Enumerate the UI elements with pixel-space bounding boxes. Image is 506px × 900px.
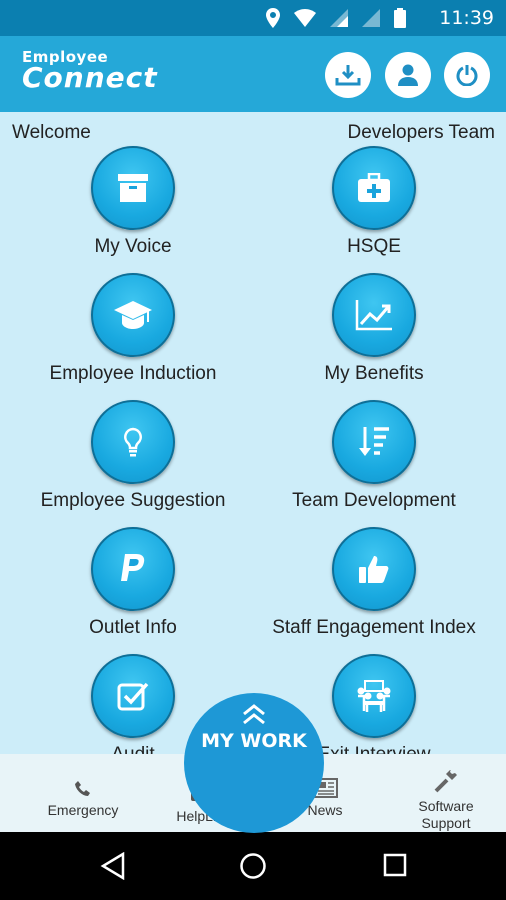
system-nav-bar xyxy=(0,832,506,900)
tile-label: Outlet Info xyxy=(89,617,177,638)
nav-emergency[interactable]: Emergency xyxy=(23,754,143,832)
tile-circle[interactable] xyxy=(91,400,175,484)
meeting-people-icon xyxy=(357,680,391,712)
tile-circle[interactable] xyxy=(332,654,416,738)
my-work-button[interactable]: MY WORK xyxy=(184,693,324,833)
welcome-text: Welcome xyxy=(12,122,91,143)
tile-outlet-info[interactable]: Outlet Info xyxy=(3,527,263,639)
tile-hsqe[interactable]: HSQE xyxy=(244,146,504,258)
main-content: Welcome Developers Team My Voice HSQE Em… xyxy=(0,112,506,754)
tile-circle[interactable] xyxy=(332,527,416,611)
tile-label: Employee Induction xyxy=(49,363,217,384)
app-bar: Employee Connect xyxy=(0,36,506,112)
clock: 11:39 xyxy=(439,7,494,29)
tile-label: My Voice xyxy=(94,236,172,257)
graduation-cap-icon xyxy=(114,301,152,329)
tile-circle[interactable] xyxy=(332,146,416,230)
profile-button[interactable] xyxy=(385,52,431,98)
location-icon xyxy=(266,8,280,28)
paypal-icon xyxy=(121,554,145,581)
wifi-icon xyxy=(294,9,316,27)
phone-icon xyxy=(75,781,90,796)
status-bar: 11:39 xyxy=(0,0,506,36)
my-work-label: MY WORK xyxy=(201,730,307,752)
lightbulb-icon xyxy=(124,427,142,457)
recents-icon[interactable] xyxy=(382,852,408,880)
home-icon[interactable] xyxy=(239,852,267,880)
nav-label: Software Support xyxy=(418,798,474,831)
tile-circle[interactable] xyxy=(332,273,416,357)
logo-line2: Connect xyxy=(22,61,158,94)
sort-descending-icon xyxy=(359,427,389,456)
status-icons xyxy=(266,8,406,28)
tile-circle[interactable] xyxy=(91,527,175,611)
trending-chart-icon xyxy=(355,300,392,331)
wrench-icon xyxy=(434,770,457,793)
checkbox-icon xyxy=(117,682,149,711)
tile-circle[interactable] xyxy=(91,654,175,738)
tile-employee-suggestion[interactable]: Employee Suggestion xyxy=(3,400,263,512)
tile-staff-engagement-index[interactable]: Staff Engagement Index xyxy=(244,527,504,639)
tile-circle[interactable] xyxy=(332,400,416,484)
tile-my-benefits[interactable]: My Benefits xyxy=(244,273,504,385)
thumbs-up-icon xyxy=(359,556,389,583)
team-name: Developers Team xyxy=(347,122,495,143)
app-logo: Employee Connect xyxy=(22,50,158,92)
tile-my-voice[interactable]: My Voice xyxy=(3,146,263,258)
signal-icon xyxy=(330,9,348,27)
tile-circle[interactable] xyxy=(91,146,175,230)
tile-label: Team Development xyxy=(292,490,456,511)
signal-icon xyxy=(362,9,380,27)
tile-label: Employee Suggestion xyxy=(40,490,226,511)
tile-team-development[interactable]: Team Development xyxy=(244,400,504,512)
double-chevron-up-icon xyxy=(243,704,265,725)
nav-software-support[interactable]: Software Support xyxy=(386,754,506,832)
tile-employee-induction[interactable]: Employee Induction xyxy=(3,273,263,385)
download-icon xyxy=(335,65,361,86)
tile-label: My Benefits xyxy=(324,363,424,384)
download-button[interactable] xyxy=(325,52,371,98)
back-icon[interactable] xyxy=(100,852,126,880)
power-icon xyxy=(456,65,478,86)
first-aid-kit-icon xyxy=(358,173,390,202)
tile-circle[interactable] xyxy=(91,273,175,357)
nav-label: Emergency xyxy=(47,802,119,818)
tile-label: Staff Engagement Index xyxy=(272,617,476,638)
user-icon xyxy=(398,64,418,86)
logout-button[interactable] xyxy=(444,52,490,98)
archive-box-icon xyxy=(118,174,148,202)
battery-icon xyxy=(394,8,406,28)
tile-label: HSQE xyxy=(347,236,401,257)
